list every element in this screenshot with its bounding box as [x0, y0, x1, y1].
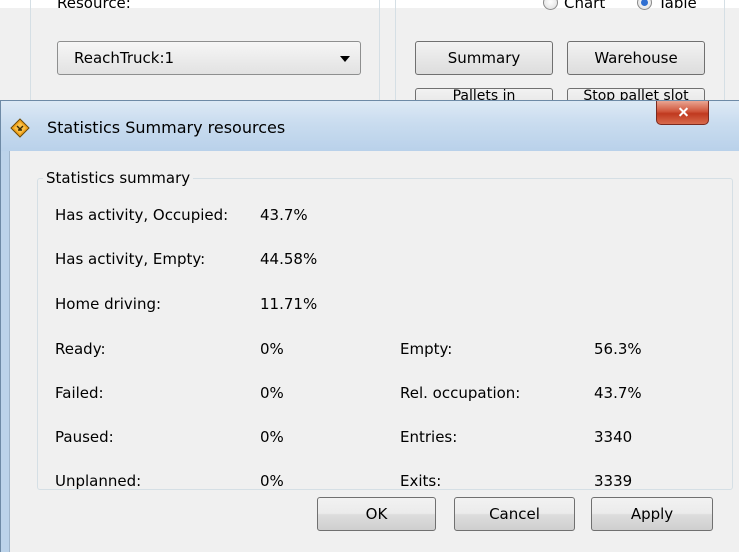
stat-label-unplanned: Unplanned:	[55, 472, 142, 490]
ok-button[interactable]: OK	[317, 497, 436, 531]
stat-value-has-activity-empty: 44.58%	[260, 250, 318, 268]
stat-value-ready: 0%	[260, 340, 284, 358]
stat-label-failed: Failed:	[55, 384, 104, 402]
stat-value-entries: 3340	[594, 428, 633, 446]
stat-value-failed: 0%	[260, 384, 284, 402]
background-window: Resource: Chart Table ReachTruck:1 Summa…	[0, 0, 739, 110]
dialog-title: Statistics Summary resources	[47, 118, 286, 137]
stat-value-empty: 56.3%	[594, 340, 642, 358]
stat-value-home-driving: 11.71%	[260, 295, 318, 313]
stat-label-entries: Entries:	[400, 428, 458, 446]
stat-value-exits: 3339	[594, 472, 633, 490]
dialog-titlebar[interactable]: Statistics Summary resources	[1, 101, 739, 151]
chart-radio-label: Chart	[564, 0, 606, 12]
dialog-client-area: Statistics summary Has activity, Occupie…	[9, 151, 739, 552]
stat-value-rel-occupation: 43.7%	[594, 384, 642, 402]
stat-value-paused: 0%	[260, 428, 284, 446]
resource-combobox-value: ReachTruck:1	[74, 49, 175, 67]
warehouse-button[interactable]: Warehouse	[567, 41, 705, 75]
close-button[interactable]	[656, 101, 709, 125]
group-title: Statistics summary	[43, 169, 194, 187]
stat-label-home-driving: Home driving:	[55, 295, 162, 313]
stat-value-unplanned: 0%	[260, 472, 284, 490]
apply-button[interactable]: Apply	[591, 497, 713, 531]
stat-label-paused: Paused:	[55, 428, 114, 446]
stat-label-rel-occupation: Rel. occupation:	[400, 384, 521, 402]
stat-label-empty: Empty:	[400, 340, 453, 358]
stat-label-ready: Ready:	[55, 340, 106, 358]
table-radio-label: Table	[658, 0, 697, 12]
statistics-summary-dialog: Statistics Summary resources Statistics …	[0, 100, 739, 552]
stat-label-has-activity-empty: Has activity, Empty:	[55, 250, 206, 268]
summary-button[interactable]: Summary	[415, 41, 553, 75]
stat-label-exits: Exits:	[400, 472, 442, 490]
resource-label: Resource:	[57, 0, 131, 12]
resource-combobox[interactable]: ReachTruck:1	[57, 41, 361, 75]
chevron-down-icon	[340, 56, 350, 62]
stat-value-has-activity-occupied: 43.7%	[260, 206, 308, 224]
warning-diamond-icon	[10, 118, 30, 138]
cancel-button[interactable]: Cancel	[454, 497, 575, 531]
stat-label-has-activity-occupied: Has activity, Occupied:	[55, 206, 229, 224]
